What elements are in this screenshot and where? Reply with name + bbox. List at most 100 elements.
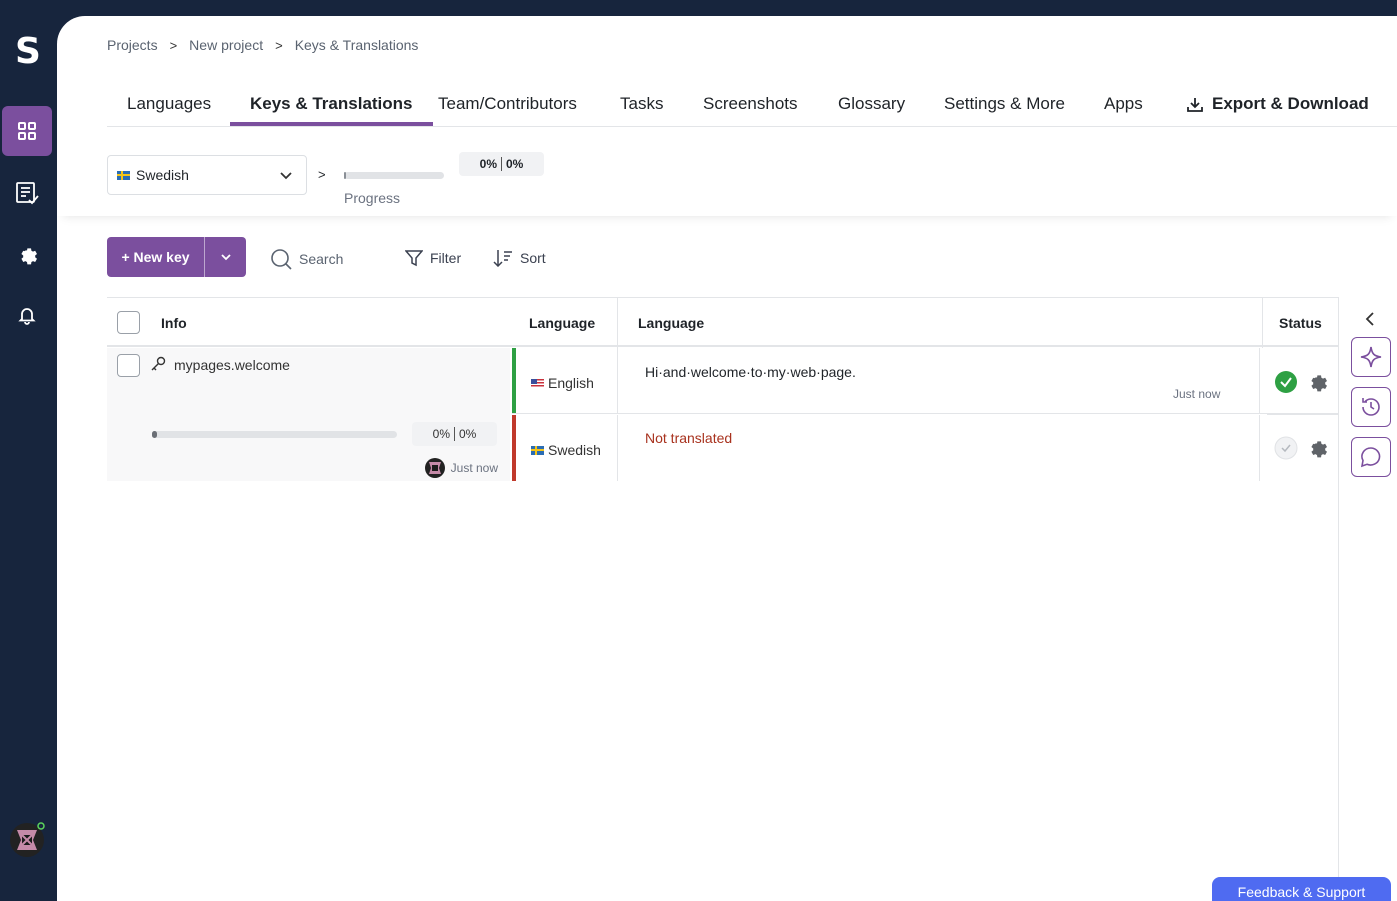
status-cell: [1259, 348, 1338, 415]
row-status-stripe: [512, 415, 516, 481]
row-language: Swedish: [531, 442, 601, 458]
language-select[interactable]: Swedish: [107, 155, 307, 195]
translation-row-english[interactable]: English Hi·and·welcome·to·my·web·page. J…: [512, 348, 1338, 415]
breadcrumb-keys-translations[interactable]: Keys & Translations: [295, 37, 419, 53]
translations-grid: Info Language Language Status mypages.we…: [107, 297, 1338, 481]
us-flag-icon: [531, 378, 544, 388]
key-progress-percent: 0% 0%: [412, 422, 497, 446]
key-timestamp: Just now: [424, 458, 498, 478]
download-icon: [1187, 98, 1203, 112]
history-icon: [1362, 398, 1380, 416]
chevron-down-icon: [280, 172, 292, 180]
column-divider: [1259, 415, 1260, 481]
key-percent-verified: 0%: [459, 427, 477, 441]
status-cell: [1259, 415, 1338, 481]
translation-row-swedish[interactable]: Swedish Not translated: [512, 415, 1338, 481]
checklist-icon: [16, 182, 39, 205]
chevron-left-icon[interactable]: [1363, 311, 1377, 327]
key-progress-fill: [152, 431, 157, 438]
gear-icon[interactable]: [1306, 371, 1328, 393]
column-divider: [617, 415, 618, 481]
column-divider: [1259, 348, 1260, 414]
filter-button[interactable]: Filter: [405, 249, 461, 267]
new-key-button-group: + New key: [107, 237, 246, 277]
key-icon: [151, 356, 166, 371]
filter-label: Filter: [430, 250, 462, 266]
breadcrumb-separator: >: [275, 37, 283, 53]
row-language-label: English: [548, 375, 594, 391]
tab-keys-translations[interactable]: Keys & Translations: [230, 88, 433, 126]
language-progress-bar: Swedish > Progress 0% 0%: [57, 127, 1397, 216]
new-key-dropdown-button[interactable]: [204, 237, 246, 277]
percent-translated: 0%: [479, 157, 497, 171]
key-name[interactable]: mypages.welcome: [174, 357, 290, 373]
search-input[interactable]: Search: [270, 248, 343, 270]
translation-text[interactable]: Hi·and·welcome·to·my·web·page.: [645, 364, 856, 380]
breadcrumb-separator: >: [169, 37, 178, 53]
sort-button[interactable]: Sort: [493, 249, 546, 267]
new-key-button[interactable]: + New key: [107, 237, 204, 277]
column-divider: [617, 298, 618, 348]
search-icon: [271, 249, 292, 270]
translation-text[interactable]: Not translated: [645, 430, 732, 446]
verified-check-icon[interactable]: [1274, 370, 1298, 394]
percent-divider: [454, 427, 455, 441]
export-download-label: Export & Download: [1212, 94, 1369, 113]
notifications-nav-button[interactable]: [2, 290, 52, 340]
breadcrumb-projects[interactable]: Projects: [107, 37, 158, 53]
column-header-language-text: Language: [638, 315, 705, 331]
progress-label: Progress: [344, 190, 401, 206]
author-avatar-icon: [424, 458, 445, 478]
progress-separator: >: [318, 167, 326, 182]
tab-export-download[interactable]: Export & Download: [1166, 88, 1389, 126]
row-language-label: Swedish: [548, 442, 601, 458]
search-placeholder: Search: [299, 251, 344, 267]
percent-divider: [501, 157, 502, 171]
tab-languages[interactable]: Languages: [107, 88, 231, 126]
feedback-support-button[interactable]: Feedback & Support: [1212, 877, 1391, 901]
unverified-check-icon[interactable]: [1274, 436, 1298, 460]
main-panel: Projects > New project > Keys & Translat…: [57, 16, 1397, 901]
chevron-down-icon: [220, 254, 231, 261]
tab-tasks[interactable]: Tasks: [600, 88, 683, 126]
language-select-value: Swedish: [136, 167, 189, 183]
key-percent-translated: 0%: [432, 427, 450, 441]
avatar-icon: [10, 822, 45, 857]
key-time-label: Just now: [450, 461, 498, 475]
percent-verified: 0%: [506, 157, 524, 171]
row-language: English: [531, 375, 594, 391]
user-avatar[interactable]: [9, 822, 45, 858]
settings-nav-button[interactable]: [2, 230, 52, 280]
ai-suggestions-button[interactable]: [1351, 337, 1391, 377]
language-progress-percent: 0% 0%: [459, 152, 544, 176]
column-header-language: Language: [529, 315, 596, 331]
tab-apps[interactable]: Apps: [1084, 88, 1163, 126]
tab-settings-more[interactable]: Settings & More: [924, 88, 1085, 126]
comment-icon: [1360, 447, 1381, 468]
column-divider: [1262, 298, 1263, 348]
comments-button[interactable]: [1351, 437, 1391, 477]
column-header-status: Status: [1279, 315, 1322, 331]
tab-team-contributors[interactable]: Team/Contributors: [418, 88, 597, 126]
tasks-nav-button[interactable]: [2, 168, 52, 218]
language-progress-track: [344, 172, 444, 179]
key-info-cell[interactable]: mypages.welcome 0% 0% Just now: [107, 348, 510, 481]
dashboard-nav-button[interactable]: [2, 106, 52, 156]
key-row-checkbox[interactable]: [117, 354, 140, 377]
gear-icon[interactable]: [1306, 437, 1328, 459]
key-progress-track: [152, 431, 397, 438]
history-button[interactable]: [1351, 387, 1391, 427]
breadcrumb-new-project[interactable]: New project: [189, 37, 263, 53]
column-header-info: Info: [161, 315, 187, 331]
select-all-checkbox[interactable]: [117, 311, 140, 334]
language-progress-fill: [344, 172, 346, 179]
tab-screenshots[interactable]: Screenshots: [683, 88, 818, 126]
sort-icon: [493, 250, 512, 267]
gear-icon: [21, 248, 37, 265]
filter-icon: [405, 250, 423, 267]
dashboard-grid-icon: [18, 122, 36, 140]
app-logo[interactable]: S: [10, 32, 46, 72]
project-tabs: Languages Keys & Translations Team/Contr…: [107, 88, 1397, 127]
tab-glossary[interactable]: Glossary: [818, 88, 925, 126]
column-divider: [617, 348, 618, 414]
